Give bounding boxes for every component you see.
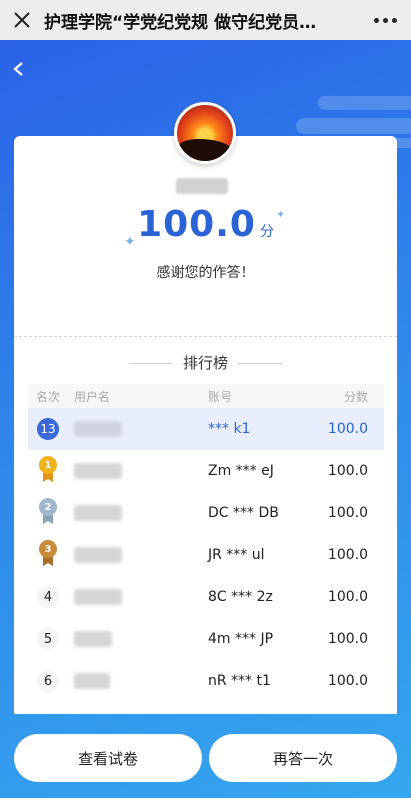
table-row: 5 4m *** JP 100.0: [28, 618, 384, 660]
view-paper-button[interactable]: 查看试卷: [14, 734, 202, 782]
account: JR *** ul: [208, 547, 265, 563]
score: 100.0: [327, 589, 368, 605]
username-redacted: [74, 421, 122, 437]
top-bar: 护理学院“学党纪党规 做守纪党员…: [0, 0, 411, 40]
score: 100.0: [327, 463, 368, 479]
silver-medal-icon: 2: [38, 498, 58, 524]
table-row: 6 nR *** t1 100.0: [28, 660, 384, 702]
score: 100.0: [327, 421, 368, 437]
table-row: 4 8C *** 2z 100.0: [28, 576, 384, 618]
account: *** k1: [208, 421, 251, 437]
leaderboard-table: 名次 用户名 账号 分数 13 *** k1 100.0 1 Zm *** eJ…: [28, 384, 384, 702]
gold-medal-icon: 1: [38, 456, 58, 482]
bottom-actions: 查看试卷 再答一次: [0, 734, 411, 782]
score: 100.0: [327, 505, 368, 521]
table-row: 3 JR *** ul 100.0: [28, 534, 384, 576]
retry-button[interactable]: 再答一次: [209, 734, 397, 782]
bronze-medal-icon: 3: [38, 540, 58, 566]
username-redacted: [74, 589, 122, 605]
header-score: 分数: [343, 389, 368, 404]
page-title: 护理学院“学党纪党规 做守纪党员…: [44, 12, 317, 33]
more-button[interactable]: [359, 0, 411, 40]
leaderboard-title: 排行榜: [0, 352, 411, 373]
score-display: 100.0 分: [0, 204, 411, 245]
header-account: 账号: [208, 389, 233, 404]
thanks-message: 感谢您的作答！: [156, 265, 255, 281]
my-rank-badge: 13: [37, 418, 59, 440]
username-redacted: [74, 463, 122, 479]
account: Zm *** eJ: [208, 463, 274, 479]
username-redacted: [74, 631, 112, 647]
username-redacted: [74, 673, 110, 689]
chevron-left-icon: [13, 62, 23, 76]
username-redacted: [74, 547, 122, 563]
score: 100.0: [327, 673, 368, 689]
table-row-me: 13 *** k1 100.0: [28, 408, 384, 450]
account: 8C *** 2z: [208, 589, 273, 605]
account: nR *** t1: [208, 673, 271, 689]
header-username: 用户名: [74, 389, 111, 404]
table-row: 1 Zm *** eJ 100.0: [28, 450, 384, 492]
score: 100.0: [327, 547, 368, 563]
account: 4m *** JP: [208, 631, 274, 647]
username-redacted: [176, 178, 228, 194]
table-row: 2 DC *** DB 100.0: [28, 492, 384, 534]
table-header: 名次 用户名 账号 分数: [28, 384, 384, 408]
back-button[interactable]: [6, 56, 32, 82]
avatar: [174, 102, 236, 164]
score-value: 100.0: [137, 204, 256, 245]
rank-number: 5: [37, 628, 59, 650]
account: DC *** DB: [208, 505, 279, 521]
more-icon: [373, 17, 379, 23]
divider: [14, 336, 397, 337]
score: 100.0: [327, 631, 368, 647]
rank-number: 6: [37, 670, 59, 692]
score-unit: 分: [259, 224, 274, 240]
rank-number: 4: [37, 586, 59, 608]
close-icon: [14, 12, 30, 28]
username-redacted: [74, 505, 122, 521]
close-button[interactable]: [0, 0, 44, 40]
header-rank: 名次: [35, 389, 60, 404]
